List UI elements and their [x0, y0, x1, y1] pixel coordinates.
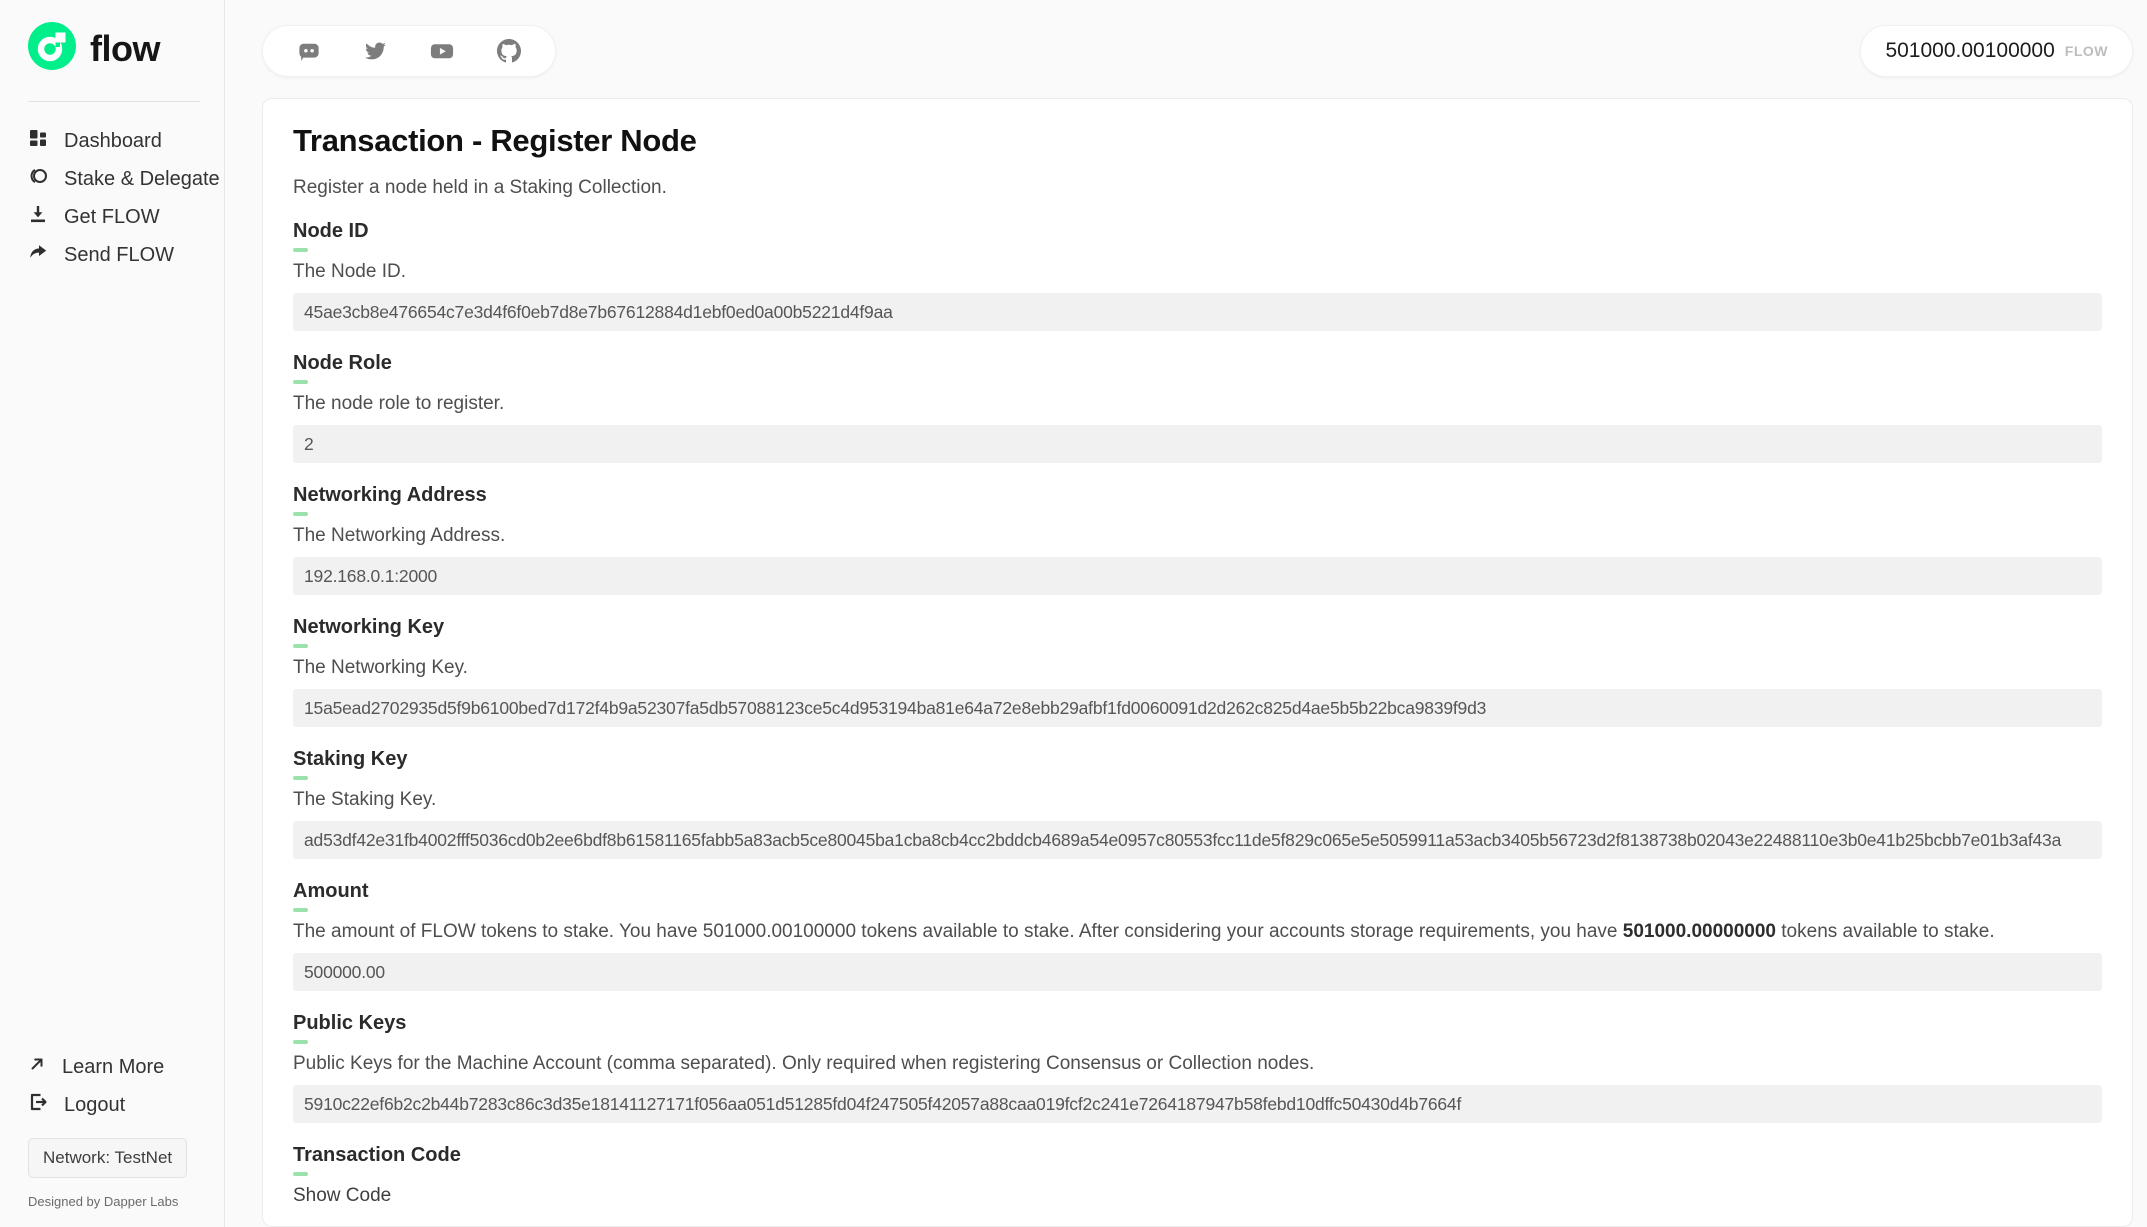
- sidebar-item-label: Get FLOW: [64, 206, 160, 229]
- field-description: Public Keys for the Machine Account (com…: [293, 1053, 2102, 1075]
- label-underline: [293, 1040, 308, 1044]
- field-node-id: Node ID The Node ID.: [293, 220, 2102, 331]
- field-label: Transaction Code: [293, 1144, 2102, 1167]
- public-keys-input[interactable]: [293, 1085, 2102, 1123]
- sidebar-item-get-flow[interactable]: Get FLOW: [28, 198, 200, 236]
- show-code-link[interactable]: Show Code: [293, 1185, 391, 1207]
- sidebar: flow Dashboard: [0, 0, 225, 1227]
- label-underline: [293, 512, 308, 516]
- discord-icon[interactable]: [297, 39, 321, 63]
- sidebar-item-label: Learn More: [62, 1056, 164, 1079]
- sidebar-item-stake-delegate[interactable]: Stake & Delegate: [28, 160, 200, 198]
- transaction-card: Transaction - Register Node Register a n…: [262, 98, 2133, 1227]
- sidebar-item-label: Dashboard: [64, 130, 162, 153]
- download-icon: [28, 204, 48, 230]
- dashboard-grid-icon: [28, 128, 48, 154]
- flow-logo-icon: [28, 22, 76, 75]
- twitter-icon[interactable]: [363, 39, 387, 63]
- networking-address-input[interactable]: [293, 557, 2102, 595]
- label-underline: [293, 380, 308, 384]
- page-title: Transaction - Register Node: [293, 123, 2102, 159]
- sidebar-item-label: Stake & Delegate: [64, 168, 220, 191]
- label-underline: [293, 248, 308, 252]
- page-subtitle: Register a node held in a Staking Collec…: [293, 177, 2102, 199]
- balance-amount: 501000.00100000: [1885, 39, 2054, 63]
- label-underline: [293, 908, 308, 912]
- field-transaction-code: Transaction Code Show Code: [293, 1144, 2102, 1207]
- available-amount-bold: 501000.00000000: [1623, 921, 1776, 942]
- field-description: The node role to register.: [293, 393, 2102, 415]
- label-underline: [293, 1172, 308, 1176]
- networking-key-input[interactable]: [293, 689, 2102, 727]
- field-description: The Node ID.: [293, 261, 2102, 283]
- sidebar-footer: Learn More Logout Network: TestNet Desig…: [28, 1048, 200, 1209]
- field-node-role: Node Role The node role to register.: [293, 352, 2102, 463]
- field-description: The Staking Key.: [293, 789, 2102, 811]
- sidebar-item-label: Send FLOW: [64, 244, 174, 267]
- social-links-pill: [262, 25, 556, 77]
- amount-input[interactable]: [293, 953, 2102, 991]
- main-area: 501000.00100000 FLOW Transaction - Regis…: [225, 0, 2147, 1227]
- balance-unit: FLOW: [2065, 43, 2108, 59]
- logout-icon: [28, 1092, 48, 1118]
- network-badge: Network: TestNet: [28, 1138, 187, 1178]
- field-staking-key: Staking Key The Staking Key.: [293, 748, 2102, 859]
- sidebar-item-label: Logout: [64, 1094, 125, 1117]
- field-label: Networking Address: [293, 484, 2102, 507]
- sidebar-item-send-flow[interactable]: Send FLOW: [28, 236, 200, 274]
- external-link-icon: [28, 1055, 46, 1079]
- node-id-input[interactable]: [293, 293, 2102, 331]
- field-networking-key: Networking Key The Networking Key.: [293, 616, 2102, 727]
- stake-circles-icon: [28, 166, 48, 192]
- sidebar-divider: [28, 101, 200, 102]
- brand-wordmark: flow: [90, 28, 160, 70]
- send-arrow-icon: [28, 242, 48, 268]
- label-underline: [293, 644, 308, 648]
- field-description: The amount of FLOW tokens to stake. You …: [293, 921, 2102, 943]
- node-role-input[interactable]: [293, 425, 2102, 463]
- field-public-keys: Public Keys Public Keys for the Machine …: [293, 1012, 2102, 1123]
- youtube-icon[interactable]: [429, 38, 455, 64]
- sidebar-item-logout[interactable]: Logout: [28, 1086, 200, 1124]
- field-label: Networking Key: [293, 616, 2102, 639]
- field-label: Amount: [293, 880, 2102, 903]
- label-underline: [293, 776, 308, 780]
- sidebar-item-learn-more[interactable]: Learn More: [28, 1048, 200, 1086]
- field-description: The Networking Address.: [293, 525, 2102, 547]
- topbar: 501000.00100000 FLOW: [262, 25, 2133, 77]
- field-label: Node ID: [293, 220, 2102, 243]
- field-description: The Networking Key.: [293, 657, 2102, 679]
- field-label: Staking Key: [293, 748, 2102, 771]
- field-label: Node Role: [293, 352, 2102, 375]
- account-balance-pill[interactable]: 501000.00100000 FLOW: [1860, 25, 2133, 77]
- app-root: flow Dashboard: [0, 0, 2147, 1227]
- sidebar-item-dashboard[interactable]: Dashboard: [28, 122, 200, 160]
- credit-text: Designed by Dapper Labs: [28, 1194, 200, 1209]
- sidebar-nav: Dashboard Stake & Delegate: [28, 122, 200, 274]
- field-networking-address: Networking Address The Networking Addres…: [293, 484, 2102, 595]
- flow-brand[interactable]: flow: [28, 22, 200, 75]
- field-label: Public Keys: [293, 1012, 2102, 1035]
- field-amount: Amount The amount of FLOW tokens to stak…: [293, 880, 2102, 991]
- staking-key-input[interactable]: [293, 821, 2102, 859]
- github-icon[interactable]: [497, 39, 521, 63]
